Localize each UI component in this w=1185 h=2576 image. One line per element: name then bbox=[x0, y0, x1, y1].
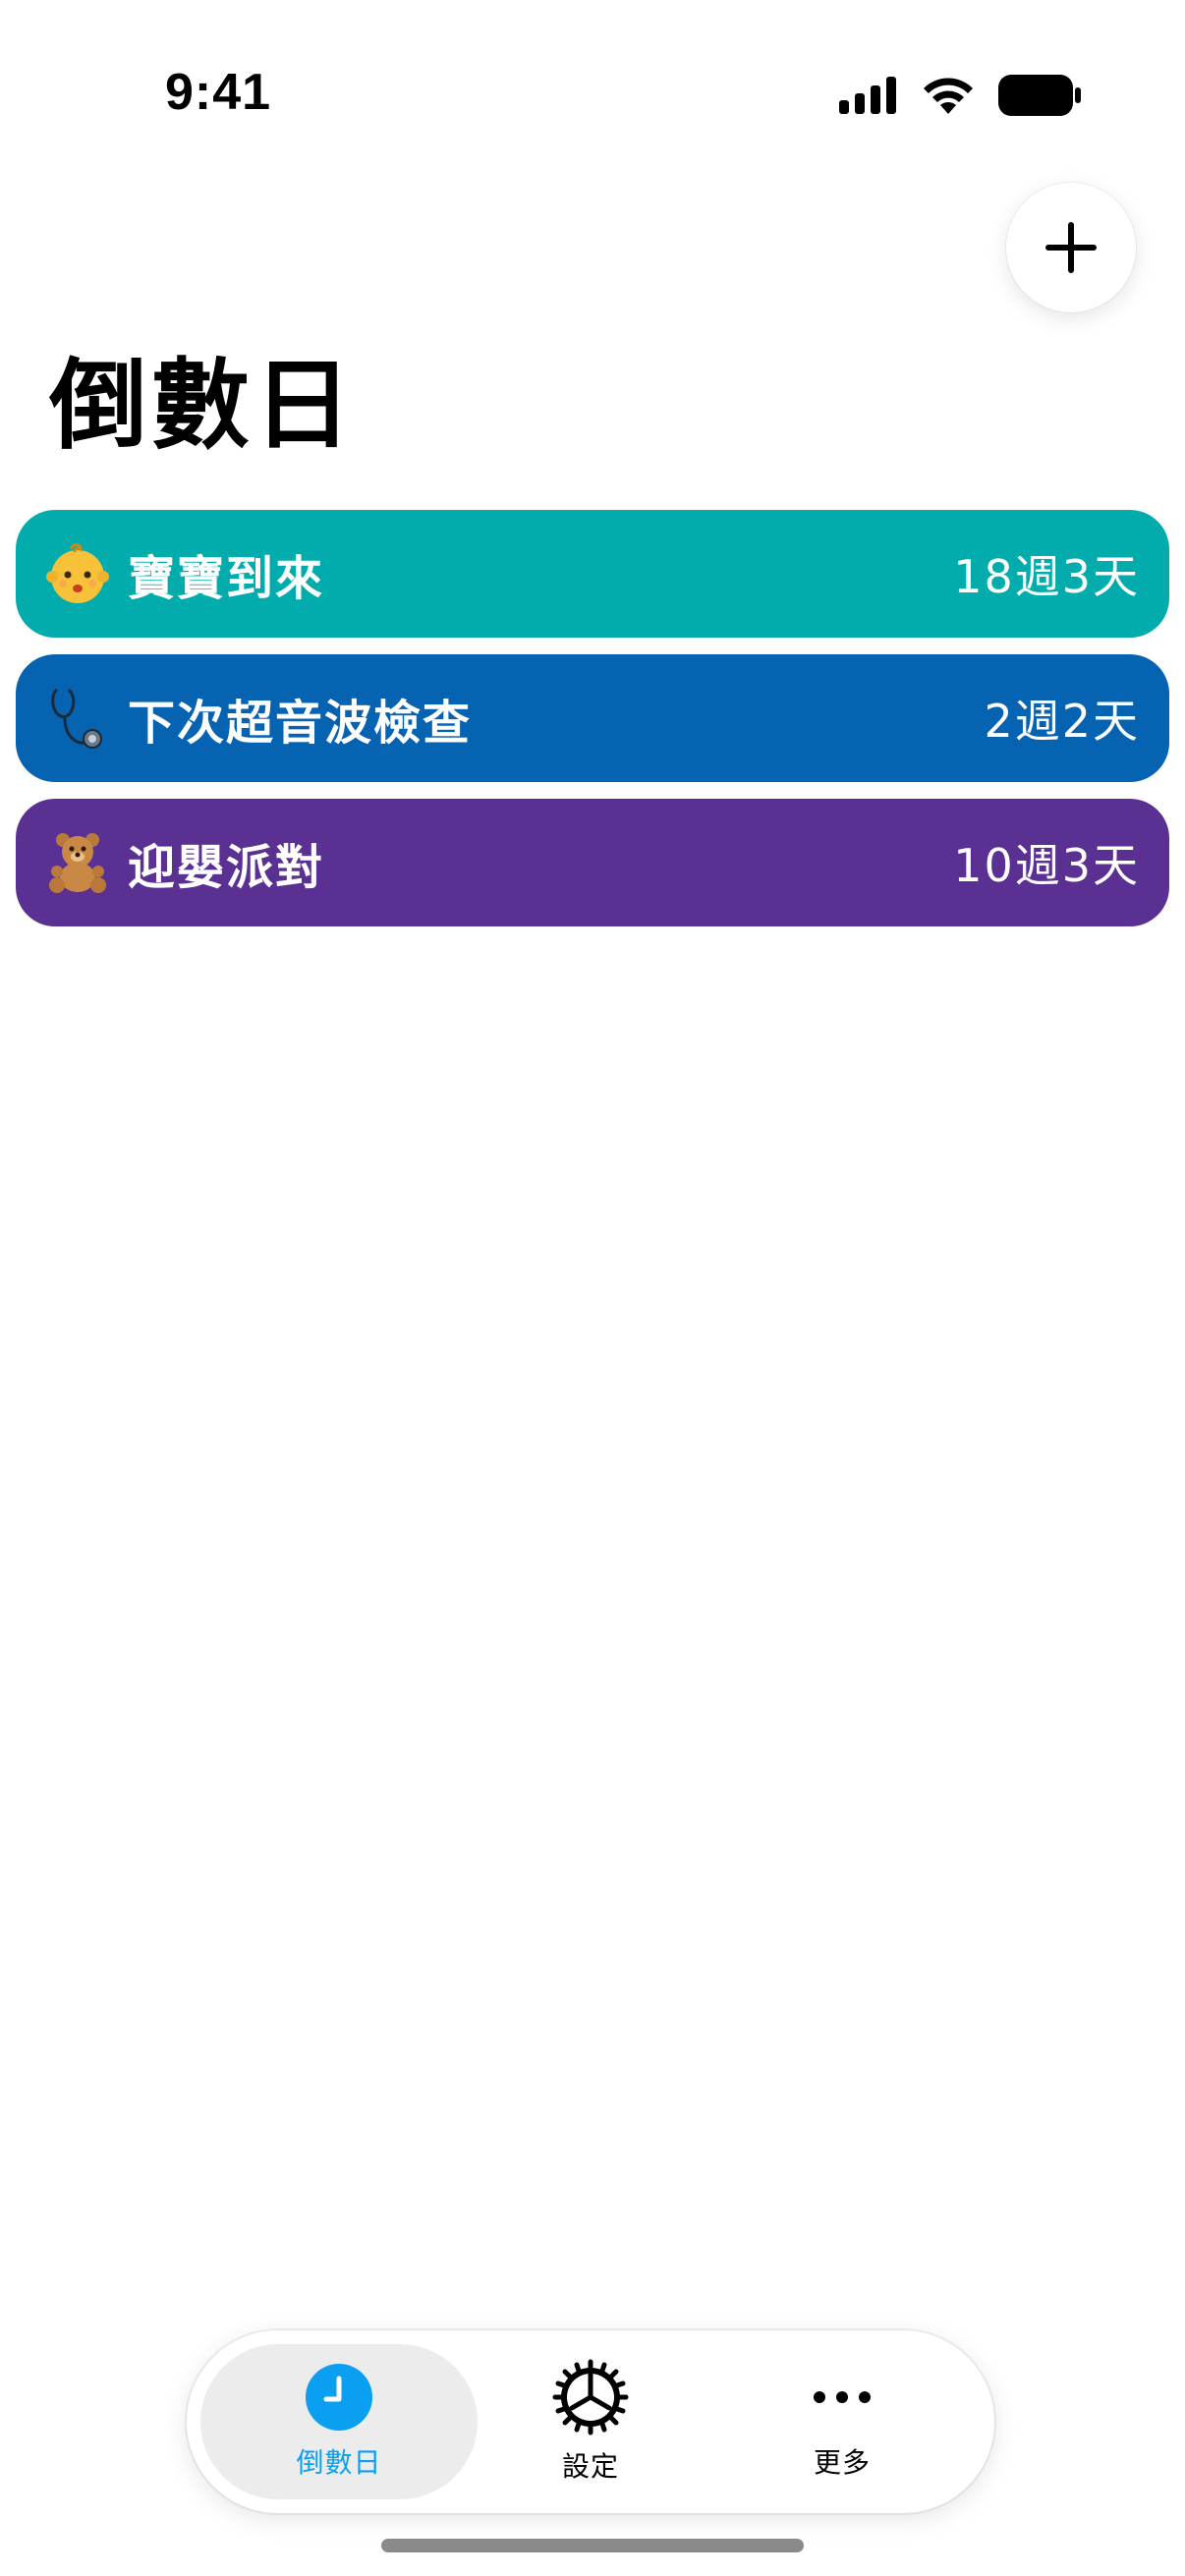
battery-icon bbox=[998, 75, 1081, 116]
countdown-row-baby-arrival[interactable]: 寶寶到來 18週3天 bbox=[16, 510, 1169, 638]
countdown-value: 2週2天 bbox=[984, 695, 1140, 748]
status-time: 9:41 bbox=[165, 64, 272, 121]
status-icons bbox=[839, 75, 1081, 116]
status-bar: 9:41 bbox=[0, 0, 1185, 196]
teddy-bear-icon bbox=[43, 828, 112, 897]
plus-icon bbox=[1045, 222, 1097, 273]
baby-face-icon bbox=[43, 539, 112, 608]
ellipsis-icon bbox=[814, 2391, 871, 2403]
tab-more[interactable]: 更多 bbox=[704, 2344, 981, 2499]
page-title: 倒數日 bbox=[49, 348, 356, 463]
stethoscope-icon bbox=[43, 684, 112, 753]
countdown-title: 下次超音波檢查 bbox=[128, 696, 473, 751]
gear-icon bbox=[552, 2359, 629, 2436]
countdown-value: 18週3天 bbox=[953, 550, 1140, 603]
countdown-title: 迎嬰派對 bbox=[128, 840, 325, 895]
tab-label: 倒數日 bbox=[296, 2446, 382, 2479]
cellular-signal-icon bbox=[839, 77, 896, 114]
add-countdown-button[interactable] bbox=[1006, 183, 1136, 312]
wifi-icon bbox=[924, 78, 973, 114]
tab-label: 設定 bbox=[561, 2450, 619, 2483]
countdown-row-baby-shower[interactable]: 迎嬰派對 10週3天 bbox=[16, 799, 1169, 926]
countdown-row-ultrasound[interactable]: 下次超音波檢查 2週2天 bbox=[16, 654, 1169, 782]
countdown-list: 寶寶到來 18週3天 下次超音波檢查 2週2天 迎嬰派對 10週3天 bbox=[16, 510, 1169, 943]
countdown-title: 寶寶到來 bbox=[128, 551, 325, 606]
clock-icon bbox=[306, 2364, 372, 2431]
countdown-value: 10週3天 bbox=[953, 839, 1140, 892]
tab-settings[interactable]: 設定 bbox=[452, 2344, 729, 2499]
home-indicator bbox=[381, 2539, 804, 2552]
tab-bar: 倒數日 設定 更多 bbox=[187, 2330, 994, 2513]
tab-countdown[interactable]: 倒數日 bbox=[200, 2344, 478, 2499]
tab-label: 更多 bbox=[813, 2446, 871, 2479]
